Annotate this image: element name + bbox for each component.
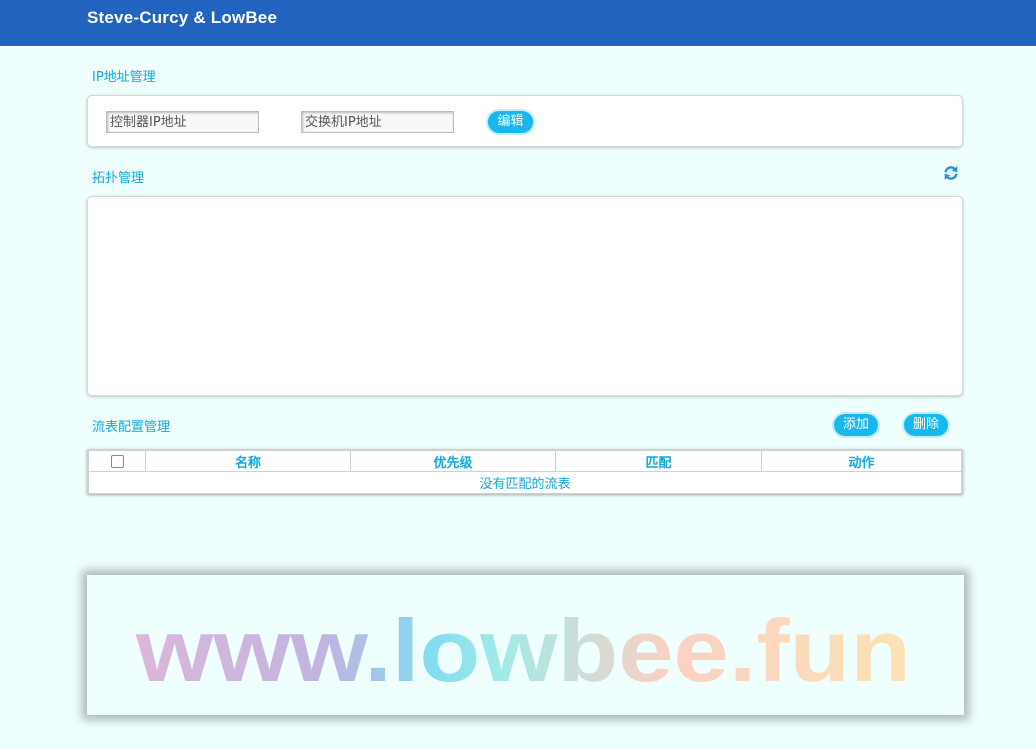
- edit-button[interactable]: 编辑: [488, 111, 533, 133]
- app-header: Steve-Curcy & LowBee: [0, 0, 1036, 46]
- select-all-checkbox[interactable]: [110, 454, 124, 468]
- column-header-name[interactable]: 名称: [145, 450, 351, 472]
- controller-ip-input[interactable]: [106, 111, 259, 133]
- empty-table-message: 没有匹配的流表: [88, 471, 962, 494]
- ip-section-title: IP地址管理: [92, 70, 156, 85]
- brand-title: Steve-Curcy & LowBee: [87, 8, 278, 27]
- topology-canvas[interactable]: [87, 196, 963, 396]
- banner-logo: www.lowbee.fun: [135, 601, 911, 700]
- delete-flow-button[interactable]: 删除: [904, 414, 948, 436]
- table-row: 没有匹配的流表: [88, 471, 962, 494]
- banner-url-text: www.lowbee.fun: [135, 601, 911, 700]
- column-header-priority[interactable]: 优先级: [350, 450, 556, 472]
- flow-section-title: 流表配置管理: [92, 420, 171, 435]
- add-flow-button[interactable]: 添加: [834, 414, 878, 436]
- refresh-icon[interactable]: [942, 164, 960, 182]
- table-header-row: 名称 优先级 匹配 动作: [88, 450, 962, 472]
- ip-panel: 编辑: [87, 95, 963, 147]
- switch-ip-input[interactable]: [301, 111, 454, 133]
- column-header-match[interactable]: 匹配: [555, 450, 762, 472]
- column-header-action[interactable]: 动作: [761, 450, 962, 472]
- website-banner: www.lowbee.fun: [87, 575, 964, 715]
- flow-table: 名称 优先级 匹配 动作 没有匹配的流表: [87, 449, 963, 494]
- select-all-cell: [88, 450, 146, 472]
- topology-section-title: 拓扑管理: [92, 171, 145, 186]
